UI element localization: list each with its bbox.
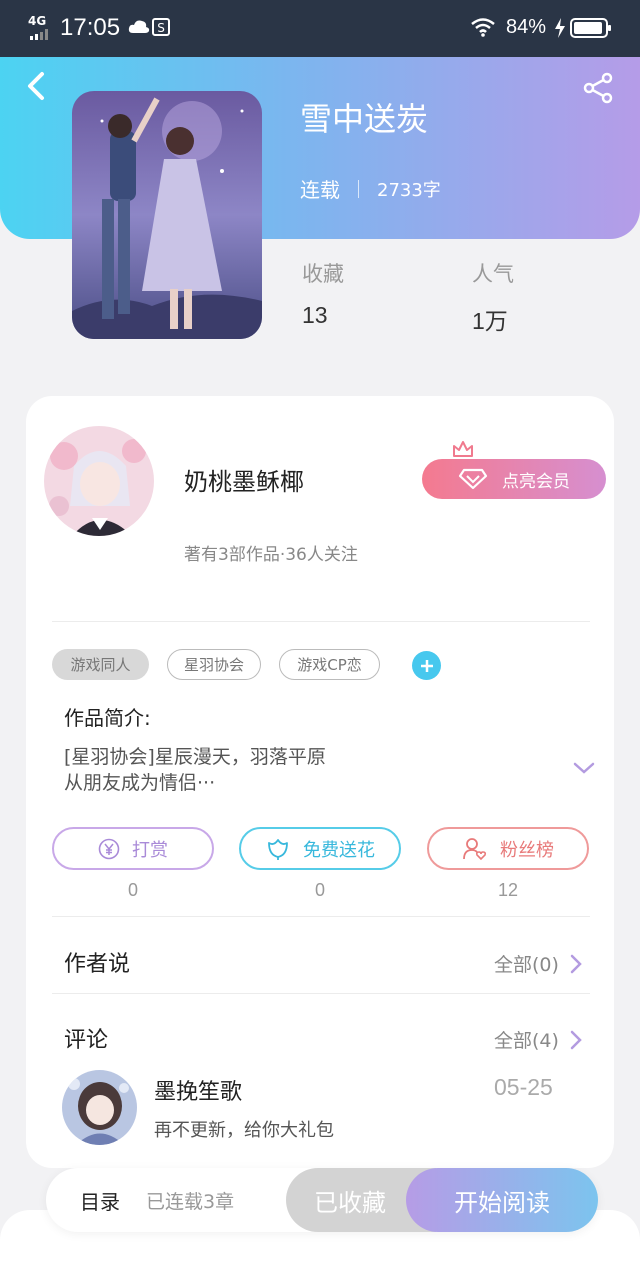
- intro-text: [星羽协会]星辰漫天，羽落平原 从朋友成为情侣···: [64, 744, 484, 796]
- notification-icon: S: [152, 18, 170, 36]
- flower-icon: [268, 838, 288, 860]
- chapter-count: 已连载3章: [146, 1191, 235, 1213]
- cloud-icon: [128, 20, 150, 33]
- diamond-icon: [458, 468, 488, 490]
- status-bar: 4G 17:05 S 84%: [0, 0, 640, 57]
- network-indicator: 4G: [28, 14, 47, 28]
- tag[interactable]: 游戏CP恋: [279, 649, 380, 680]
- intro-line: [星羽协会]星辰漫天，羽落平原: [64, 746, 326, 768]
- send-flower-label: 免费送花: [303, 839, 375, 861]
- comments-more[interactable]: 全部(4): [494, 1026, 583, 1053]
- stat-value: 13: [302, 302, 328, 328]
- divider: [358, 179, 359, 198]
- author-says-title: 作者说: [64, 952, 131, 977]
- author-says-more-label: 全部(0): [494, 954, 559, 976]
- reward-count: 0: [127, 880, 138, 900]
- chevron-right-icon: [570, 954, 582, 973]
- user-heart-icon: [463, 837, 487, 860]
- chevron-right-icon: [570, 1030, 582, 1049]
- battery-percent: 84%: [506, 16, 547, 38]
- book-status-row: 连载 2733字: [300, 174, 441, 203]
- divider: [52, 621, 590, 622]
- battery-icon: [570, 18, 611, 38]
- share-icon[interactable]: [582, 72, 614, 104]
- wifi-icon: [471, 18, 495, 37]
- add-tag-button[interactable]: [412, 651, 441, 680]
- clock: 17:05: [60, 14, 121, 41]
- comments-more-label: 全部(4): [494, 1030, 559, 1052]
- stat-label: 人气: [472, 262, 514, 286]
- stat-label: 收藏: [302, 262, 344, 286]
- signal-icon: [30, 29, 48, 40]
- start-reading-button[interactable]: 开始阅读: [406, 1168, 598, 1232]
- comment-date: 05-25: [494, 1074, 553, 1100]
- divider: [52, 916, 590, 917]
- toc-button[interactable]: 目录: [80, 1186, 120, 1215]
- favorited-label: 已收藏: [314, 1188, 386, 1217]
- chevron-down-icon[interactable]: [572, 760, 596, 776]
- vip-button[interactable]: 点亮会员: [422, 459, 606, 499]
- word-count: 2733字: [377, 179, 441, 201]
- fan-ranking-label: 粉丝榜: [500, 839, 554, 861]
- vip-label: 点亮会员: [502, 471, 570, 492]
- reward-button[interactable]: 打赏: [52, 827, 214, 870]
- book-cover: [72, 91, 262, 339]
- author-says-more[interactable]: 全部(0): [494, 950, 583, 977]
- commenter-avatar[interactable]: [62, 1070, 137, 1145]
- divider: [52, 993, 590, 994]
- fans-count: 12: [497, 880, 519, 900]
- author-name[interactable]: 奶桃墨稣椰: [184, 462, 304, 497]
- tag[interactable]: 星羽协会: [167, 649, 261, 680]
- intro-line: 从朋友成为情侣···: [64, 772, 216, 794]
- start-reading-label: 开始阅读: [454, 1188, 550, 1217]
- author-avatar[interactable]: [44, 426, 154, 536]
- comment-text: 再不更新，给你大礼包: [154, 1120, 334, 1141]
- fan-ranking-button[interactable]: 粉丝榜: [427, 827, 589, 870]
- charging-icon: [555, 18, 565, 38]
- reward-label: 打赏: [132, 839, 168, 861]
- send-flower-button[interactable]: 免费送花: [239, 827, 401, 870]
- serial-status: 连载: [300, 178, 340, 202]
- yen-icon: [98, 838, 120, 859]
- comments-title: 评论: [64, 1028, 109, 1053]
- stat-favorites: 收藏 13: [302, 258, 344, 329]
- commenter-name[interactable]: 墨挽笙歌: [154, 1074, 242, 1106]
- flower-count: 0: [314, 880, 325, 900]
- plus-icon: [420, 659, 433, 672]
- tag[interactable]: 游戏同人: [52, 649, 149, 680]
- stat-popularity: 人气 1万: [472, 258, 514, 336]
- stat-value: 1万: [472, 308, 508, 334]
- author-meta: 著有3部作品·36人关注: [184, 545, 358, 565]
- svg-text:S: S: [157, 21, 165, 35]
- book-title: 雪中送炭: [300, 100, 429, 138]
- back-arrow-icon[interactable]: [22, 70, 50, 102]
- intro-label: 作品简介:: [64, 706, 151, 730]
- crown-icon: [453, 441, 473, 457]
